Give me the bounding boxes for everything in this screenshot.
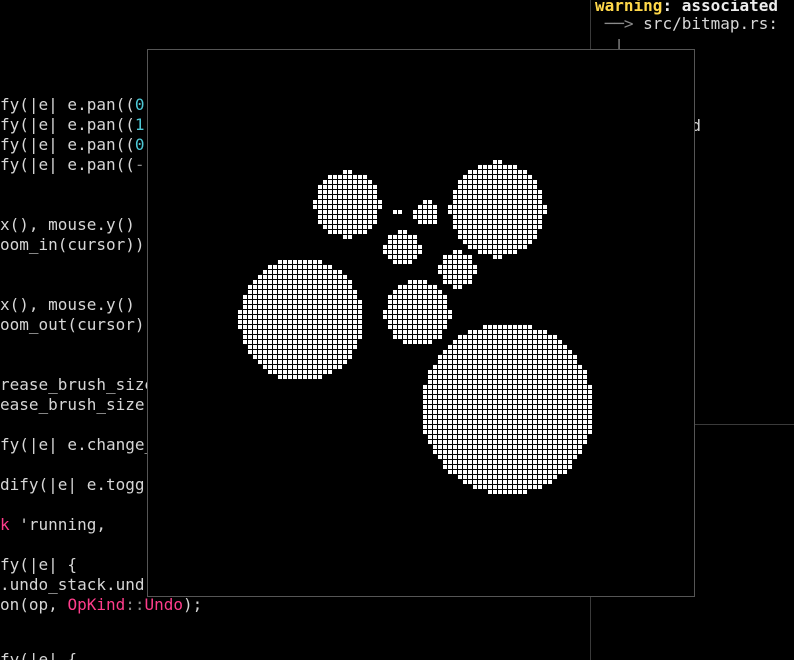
code-token: rease_brush_size: [0, 375, 155, 394]
code-line: fy(|e| e.pan((0: [0, 135, 145, 155]
code-token: fy(|e| e.pan((: [0, 95, 135, 114]
code-line: fy(|e| e.change_: [0, 435, 154, 455]
code-token: OpKind: [67, 595, 126, 614]
code-token: ::: [125, 595, 145, 614]
terminal-token: : associated: [662, 0, 779, 15]
code-line: fy(|e| {: [0, 650, 77, 660]
code-token: dify(|e| e.togg: [0, 475, 145, 494]
code-token: ease_brush_size: [0, 395, 145, 414]
code-line: oom_out(cursor): [0, 315, 145, 335]
code-line: k 'running,: [0, 515, 106, 535]
terminal-line: ──> src/bitmap.rs:: [595, 14, 778, 34]
code-line: on(op, OpKind::Undo);: [0, 595, 202, 615]
code-token: );: [183, 595, 203, 614]
code-line: ease_brush_size: [0, 395, 145, 415]
code-line: dify(|e| e.togg: [0, 475, 145, 495]
code-line: fy(|e| {: [0, 555, 77, 575]
code-token: on(op,: [0, 595, 68, 614]
code-token: 0: [134, 135, 145, 154]
painted-pixels: [238, 160, 592, 494]
code-line: fy(|e| e.pan((0: [0, 95, 145, 115]
code-line: rease_brush_size: [0, 375, 154, 395]
code-token: k: [0, 515, 10, 534]
code-line: .undo_stack.und: [0, 575, 145, 595]
code-token: oom_in(cursor)): [0, 235, 145, 254]
code-token: -: [134, 155, 145, 174]
code-line: x(), mouse.y(): [0, 215, 135, 235]
terminal-token: src/bitmap.rs:: [643, 14, 779, 33]
code-token: 'running,: [9, 515, 106, 534]
code-token: .undo_stack.und: [0, 575, 145, 594]
code-token: fy(|e| e.change_: [0, 435, 155, 454]
code-token: fy(|e| e.pan((: [0, 135, 135, 154]
code-token: fy(|e| {: [0, 650, 78, 660]
code-line: fy(|e| e.pan((-: [0, 155, 145, 175]
code-token: Undo: [144, 595, 184, 614]
terminal-token: warning: [595, 0, 663, 15]
code-line: x(), mouse.y(): [0, 295, 135, 315]
code-token: 1: [134, 115, 145, 134]
code-token: fy(|e| e.pan((: [0, 115, 135, 134]
code-token: 0: [134, 95, 145, 114]
code-token: x(), mouse.y(): [0, 215, 135, 234]
terminal-token: ──>: [595, 14, 644, 33]
code-token: fy(|e| e.pan((: [0, 155, 135, 174]
code-token: x(), mouse.y(): [0, 295, 135, 314]
bitmap-canvas-window[interactable]: [147, 49, 695, 597]
code-line: fy(|e| e.pan((1: [0, 115, 145, 135]
code-token: oom_out(cursor): [0, 315, 145, 334]
code-token: fy(|e| {: [0, 555, 78, 574]
bitmap-canvas[interactable]: [148, 50, 695, 597]
code-line: oom_in(cursor)): [0, 235, 145, 255]
